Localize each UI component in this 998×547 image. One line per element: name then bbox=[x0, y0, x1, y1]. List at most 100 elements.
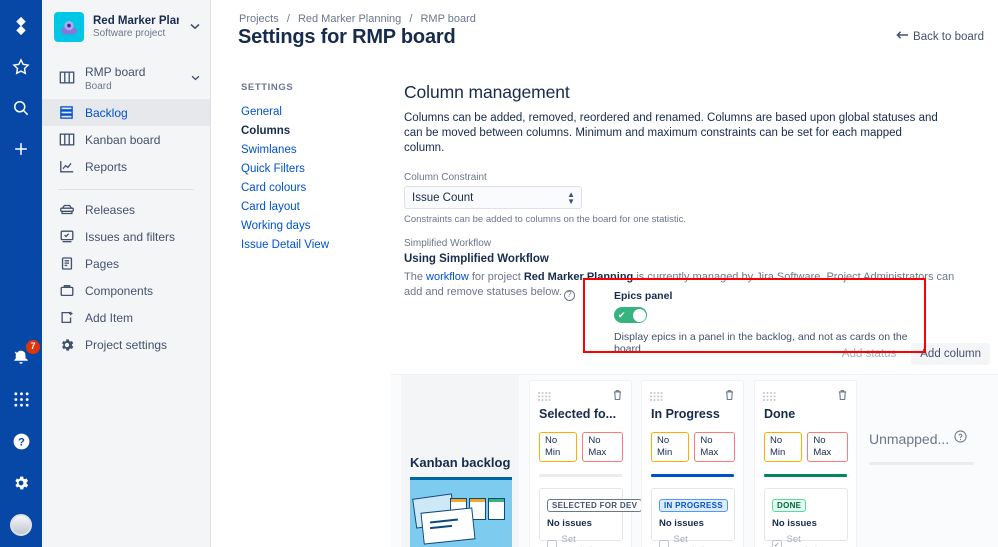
set-resolution-checkbox[interactable]: ✓ bbox=[772, 540, 782, 547]
trash-icon[interactable] bbox=[837, 388, 848, 401]
sidebar-item-add-item[interactable]: Add Item bbox=[42, 304, 210, 331]
help-icon[interactable]: ? bbox=[9, 429, 33, 453]
settings-link-card-colours[interactable]: Card colours bbox=[241, 178, 361, 197]
workflow-link[interactable]: workflow bbox=[426, 271, 469, 283]
sidebar-item-label: Kanban board bbox=[85, 132, 161, 147]
sidebar-item-label: Backlog bbox=[85, 105, 128, 120]
check-icon: ✔ bbox=[618, 309, 626, 320]
status-card[interactable]: SELECTED FOR DEV No issues Set resolutio… bbox=[539, 488, 643, 547]
workflow-text-1: The bbox=[404, 271, 427, 283]
sidebar-item-backlog[interactable]: Backlog bbox=[42, 99, 210, 126]
status-issue-count: No issues bbox=[547, 518, 592, 529]
help-icon[interactable]: ? bbox=[563, 289, 575, 301]
settings-link-quick-filters[interactable]: Quick Filters bbox=[241, 159, 361, 178]
status-badge: DONE bbox=[772, 499, 807, 512]
reports-icon bbox=[58, 158, 75, 175]
set-resolution-label: Set resolution bbox=[561, 534, 603, 547]
user-avatar[interactable] bbox=[9, 513, 33, 537]
column-constraint-select[interactable]: Issue Count bbox=[404, 186, 582, 209]
column-max-constraint[interactable]: No Max bbox=[807, 432, 848, 462]
column-max-constraint[interactable]: No Max bbox=[694, 432, 735, 462]
apps-grid-icon[interactable] bbox=[9, 387, 33, 411]
help-icon[interactable] bbox=[954, 430, 967, 448]
column-status-bar bbox=[764, 474, 847, 477]
gear-icon[interactable] bbox=[9, 471, 33, 495]
add-item-icon bbox=[58, 309, 75, 326]
sidebar-item-reports[interactable]: Reports bbox=[42, 153, 210, 180]
board-icon bbox=[58, 69, 75, 86]
status-badge: IN PROGRESS bbox=[659, 499, 728, 512]
status-issue-count: No issues bbox=[659, 518, 704, 529]
kanban-backlog-illustration bbox=[410, 477, 512, 547]
status-card[interactable]: IN PROGRESS No issues Set resolution bbox=[651, 488, 735, 547]
project-avatar-icon bbox=[54, 12, 84, 42]
create-icon[interactable] bbox=[9, 137, 33, 161]
search-icon[interactable] bbox=[9, 96, 33, 120]
sidebar-item-label: Issues and filters bbox=[85, 229, 176, 244]
backlog-icon bbox=[58, 104, 75, 121]
sidebar-board-selector[interactable]: RMP board Board bbox=[42, 56, 210, 99]
settings-link-issue-detail-view[interactable]: Issue Detail View bbox=[241, 235, 361, 254]
column-min-constraint[interactable]: No Min bbox=[539, 432, 578, 462]
board-column[interactable]: Done No Min No Max DONE No issues ✓ Set … bbox=[754, 380, 857, 547]
breadcrumb-project[interactable]: Red Marker Planning bbox=[298, 13, 401, 25]
status-card[interactable]: DONE No issues ✓ Set resolution bbox=[764, 488, 848, 547]
breadcrumb-projects[interactable]: Projects bbox=[239, 13, 279, 25]
bell-icon[interactable]: 7 bbox=[9, 340, 40, 369]
settings-nav: SETTINGS General Columns Swimlanes Quick… bbox=[241, 82, 361, 254]
settings-link-card-layout[interactable]: Card layout bbox=[241, 197, 361, 216]
back-to-board-link[interactable]: Back to board bbox=[896, 30, 984, 43]
status-issue-count: No issues bbox=[772, 518, 817, 529]
trash-icon[interactable] bbox=[612, 388, 623, 401]
issues-filters-icon bbox=[58, 228, 75, 245]
kanban-board-icon bbox=[58, 131, 75, 148]
set-resolution-label: Set resolution bbox=[786, 534, 828, 547]
trash-icon[interactable] bbox=[724, 388, 735, 401]
set-resolution-checkbox[interactable] bbox=[659, 540, 669, 547]
notification-badge: 7 bbox=[26, 340, 40, 354]
sidebar-divider bbox=[58, 189, 194, 190]
sidebar-item-label: Components bbox=[85, 283, 154, 298]
project-name: Red Marker Plan... bbox=[93, 15, 179, 27]
column-min-constraint[interactable]: No Min bbox=[764, 432, 803, 462]
add-status-button[interactable]: Add status bbox=[833, 343, 905, 365]
drag-grip-icon[interactable] bbox=[763, 388, 776, 401]
settings-link-swimlanes[interactable]: Swimlanes bbox=[241, 140, 361, 159]
sidebar-item-label: Project settings bbox=[85, 337, 168, 352]
set-resolution-label: Set resolution bbox=[673, 534, 715, 547]
board-column[interactable]: In Progress No Min No Max IN PROGRESS No… bbox=[641, 380, 744, 547]
set-resolution-checkbox[interactable] bbox=[547, 540, 557, 547]
chevron-down-icon[interactable] bbox=[189, 73, 200, 83]
jira-logo-icon[interactable] bbox=[9, 14, 33, 38]
sidebar-item-kanban-board[interactable]: Kanban board bbox=[42, 126, 210, 153]
epics-panel-title: Epics panel bbox=[614, 290, 673, 302]
sidebar-item-releases[interactable]: Releases bbox=[42, 196, 210, 223]
sidebar-item-issues-and-filters[interactable]: Issues and filters bbox=[42, 223, 210, 250]
project-header[interactable]: Red Marker Plan... Software project bbox=[42, 0, 210, 52]
breadcrumb-board[interactable]: RMP board bbox=[420, 13, 475, 25]
sidebar-board-sub: Board bbox=[85, 81, 112, 92]
chevron-down-icon[interactable] bbox=[188, 22, 200, 32]
project-settings-icon bbox=[58, 336, 75, 353]
sidebar-item-project-settings[interactable]: Project settings bbox=[42, 331, 210, 358]
settings-link-working-days[interactable]: Working days bbox=[241, 216, 361, 235]
board-column[interactable]: Selected fo... No Min No Max SELECTED FO… bbox=[529, 380, 643, 547]
add-column-button[interactable]: Add column bbox=[911, 343, 990, 365]
project-type: Software project bbox=[93, 28, 166, 39]
svg-text:?: ? bbox=[18, 436, 25, 448]
drag-grip-icon[interactable] bbox=[538, 388, 551, 401]
column-max-constraint[interactable]: No Max bbox=[582, 432, 623, 462]
column-min-constraint[interactable]: No Min bbox=[651, 432, 690, 462]
sidebar-item-components[interactable]: Components bbox=[42, 277, 210, 304]
sidebar-item-pages[interactable]: Pages bbox=[42, 250, 210, 277]
epics-panel-toggle[interactable]: ✔ bbox=[614, 307, 647, 323]
drag-grip-icon[interactable] bbox=[650, 388, 663, 401]
settings-link-columns[interactable]: Columns bbox=[241, 121, 361, 140]
status-badge: SELECTED FOR DEV bbox=[547, 499, 643, 512]
kanban-backlog-column[interactable]: Kanban backlog bbox=[401, 375, 519, 547]
workflow-project-name: Red Marker Planning bbox=[523, 271, 634, 283]
unmapped-title: Unmapped... bbox=[869, 431, 950, 447]
breadcrumb: Projects / Red Marker Planning / RMP boa… bbox=[239, 13, 476, 25]
starred-icon[interactable] bbox=[9, 55, 33, 79]
settings-link-general[interactable]: General bbox=[241, 102, 361, 121]
